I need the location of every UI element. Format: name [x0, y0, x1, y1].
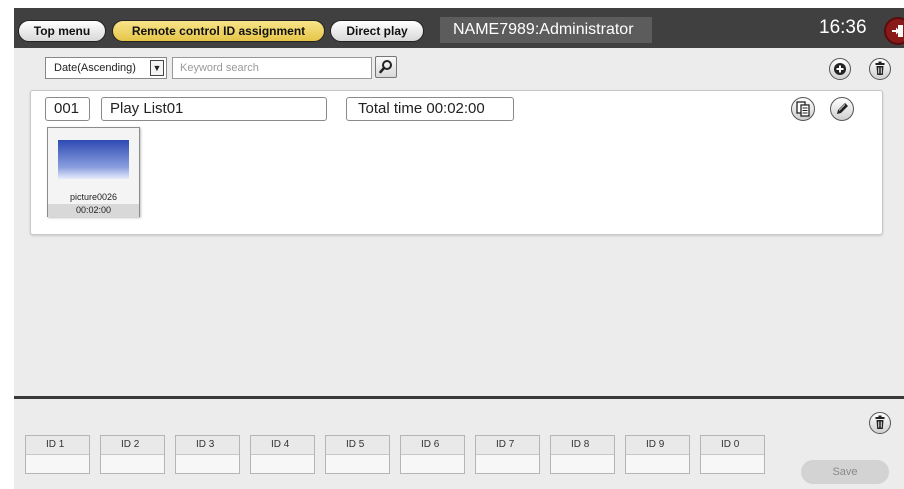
copy-icon — [796, 101, 810, 117]
top-menu-tab[interactable]: Top menu — [18, 20, 106, 42]
search-icon — [379, 60, 392, 74]
id-slot-1[interactable]: ID 1 — [25, 435, 90, 474]
add-playlist-button[interactable] — [829, 58, 851, 80]
id-slot-label: ID 8 — [551, 436, 614, 455]
playlist-panel: Date(Ascending) ▼ Keyword search 001 Pla… — [14, 48, 904, 396]
content-thumbnail[interactable]: picture0026 00:02:00 — [47, 127, 140, 217]
trash-icon — [875, 61, 885, 75]
content-name: picture0026 — [69, 192, 118, 202]
search-input[interactable] — [172, 57, 372, 79]
search-button[interactable] — [375, 56, 397, 78]
add-icon — [834, 63, 846, 75]
id-slot-5[interactable]: ID 5 — [325, 435, 390, 474]
clock: 16:36 — [819, 17, 867, 38]
direct-play-tab[interactable]: Direct play — [330, 20, 424, 42]
id-slot-3[interactable]: ID 3 — [175, 435, 240, 474]
playlist-number: 001 — [45, 97, 90, 121]
id-slot-label: ID 9 — [626, 436, 689, 455]
playlist-name: Play List01 — [101, 97, 327, 121]
id-slot-label: ID 5 — [326, 436, 389, 455]
clear-assignment-button[interactable] — [869, 412, 891, 434]
id-slot-7[interactable]: ID 7 — [475, 435, 540, 474]
id-slot-label: ID 1 — [26, 436, 89, 455]
id-slot-label: ID 6 — [401, 436, 464, 455]
id-slot-0[interactable]: ID 0 — [700, 435, 765, 474]
copy-playlist-button[interactable] — [791, 97, 815, 121]
save-button[interactable]: Save — [801, 460, 889, 484]
id-slot-9[interactable]: ID 9 — [625, 435, 690, 474]
sort-select[interactable]: Date(Ascending) ▼ — [45, 57, 167, 79]
playlist-total-time: Total time 00:02:00 — [346, 97, 514, 121]
user-name: NAME7989:Administrator — [440, 17, 652, 43]
thumbnail-image — [58, 140, 129, 179]
id-slot-6[interactable]: ID 6 — [400, 435, 465, 474]
sort-select-value: Date(Ascending) — [54, 62, 136, 74]
id-slot-label: ID 3 — [176, 436, 239, 455]
app-frame: Top menu Remote control ID assignment Di… — [14, 8, 904, 489]
logout-button[interactable] — [884, 17, 904, 45]
id-slot-8[interactable]: ID 8 — [550, 435, 615, 474]
id-slot-2[interactable]: ID 2 — [100, 435, 165, 474]
edit-playlist-button[interactable] — [830, 97, 854, 121]
id-slot-label: ID 7 — [476, 436, 539, 455]
edit-icon — [837, 103, 848, 114]
id-assignment-panel: ID 1 ID 2 ID 3 ID 4 ID 5 ID 6 ID 7 ID 8 … — [14, 399, 904, 489]
chevron-down-icon: ▼ — [150, 60, 164, 76]
remote-control-id-assignment-tab[interactable]: Remote control ID assignment — [112, 20, 325, 42]
id-slot-label: ID 4 — [251, 436, 314, 455]
logout-icon — [892, 25, 903, 37]
delete-playlist-button[interactable] — [869, 58, 891, 80]
id-slot-4[interactable]: ID 4 — [250, 435, 315, 474]
id-slot-label: ID 2 — [101, 436, 164, 455]
playlist-card[interactable]: 001 Play List01 Total time 00:02:00 pict… — [30, 90, 883, 235]
content-duration: 00:02:00 — [48, 204, 139, 217]
id-slot-label: ID 0 — [701, 436, 764, 455]
trash-icon — [875, 415, 885, 429]
top-bar: Top menu Remote control ID assignment Di… — [14, 8, 904, 48]
